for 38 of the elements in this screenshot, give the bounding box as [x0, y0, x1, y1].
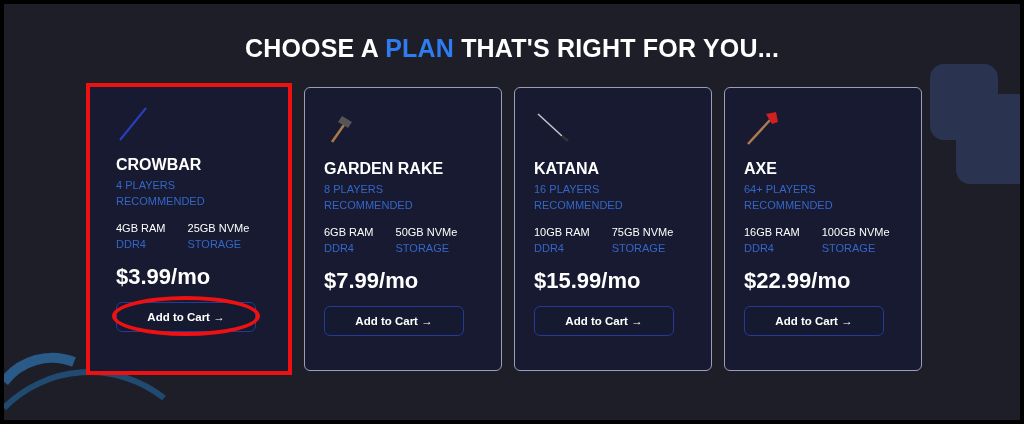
storage-label: STORAGE [395, 241, 451, 256]
plan-name: CROWBAR [116, 156, 203, 174]
plan-price: $3.99/mo [116, 264, 212, 290]
add-to-cart-button[interactable]: Add to Cart → [324, 306, 464, 336]
recommended-label: RECOMMENDED [116, 194, 206, 209]
player-count: 4 PLAYERS [116, 178, 177, 193]
plan-price: $15.99/mo [534, 268, 642, 294]
plan-name: GARDEN RAKE [324, 160, 445, 178]
ram-amount: 6GB RAM [324, 225, 374, 240]
ram-amount: 10GB RAM [534, 225, 590, 240]
recommended-label: RECOMMENDED [324, 198, 414, 213]
player-count: 8 PLAYERS [324, 182, 385, 197]
plan-name: AXE [744, 160, 778, 178]
axe-icon [744, 110, 780, 146]
recommended-label: RECOMMENDED [534, 198, 624, 213]
player-count: 64+ PLAYERS [744, 182, 817, 197]
add-to-cart-button[interactable]: Add to Cart → [744, 306, 884, 336]
storage-label: STORAGE [821, 241, 877, 256]
add-to-cart-button[interactable]: Add to Cart → [534, 306, 674, 336]
ram-type: DDR4 [744, 241, 775, 256]
ram-type: DDR4 [324, 241, 355, 256]
ram-type: DDR4 [116, 237, 147, 252]
ram-amount: 16GB RAM [744, 225, 800, 240]
plan-price: $7.99/mo [324, 268, 420, 294]
storage-amount: 25GB NVMe [187, 221, 250, 236]
page-heading: CHOOSE A PLAN THAT'S RIGHT FOR YOU... [244, 34, 780, 63]
add-to-cart-button[interactable]: Add to Cart → [116, 302, 256, 332]
ram-type: DDR4 [534, 241, 565, 256]
recommended-label: RECOMMENDED [744, 198, 834, 213]
player-count: 16 PLAYERS [534, 182, 601, 197]
ram-amount: 4GB RAM [116, 221, 166, 236]
storage-amount: 75GB NVMe [611, 225, 674, 240]
storage-label: STORAGE [611, 241, 667, 256]
plan-price: $22.99/mo [744, 268, 852, 294]
plan-name: KATANA [534, 160, 601, 178]
storage-amount: 50GB NVMe [395, 225, 458, 240]
storage-amount: 100GB NVMe [821, 225, 890, 240]
storage-label: STORAGE [187, 237, 243, 252]
